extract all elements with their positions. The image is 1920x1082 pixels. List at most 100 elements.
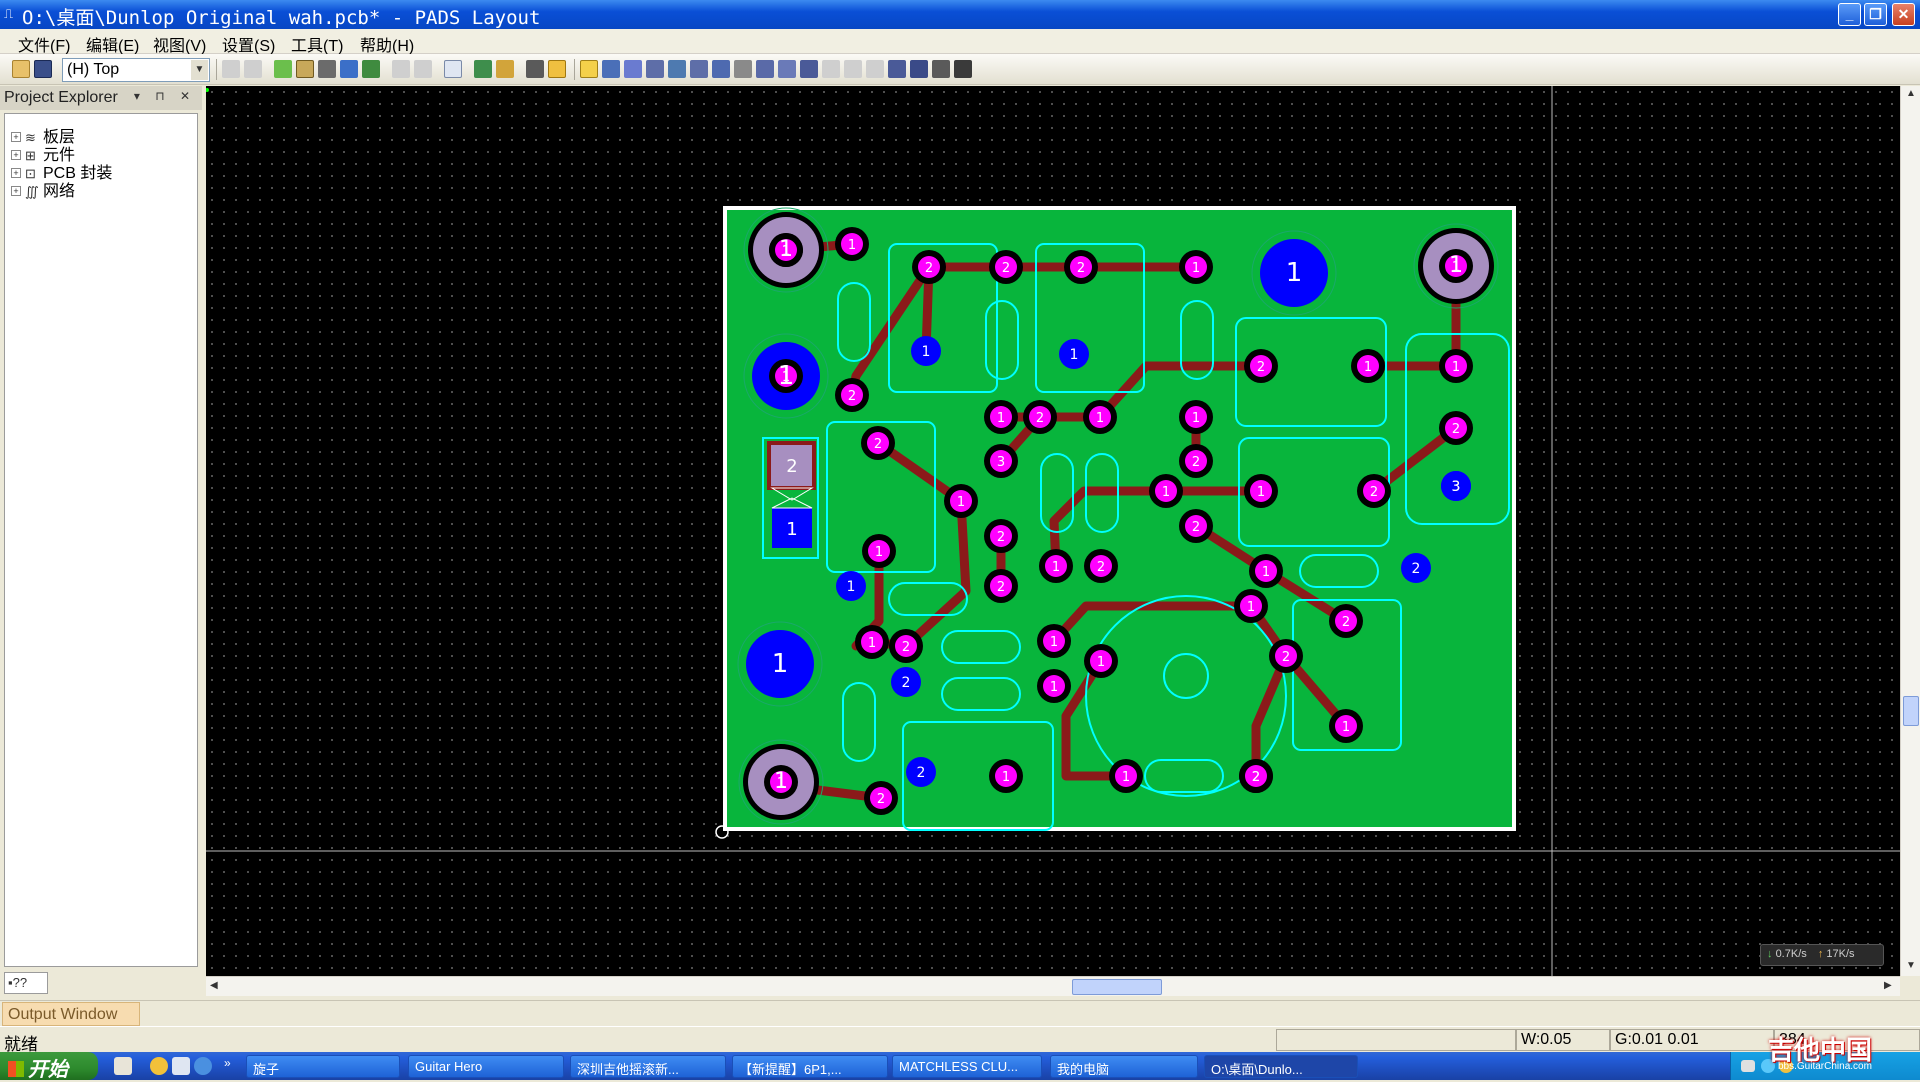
scroll-right-icon[interactable]: ▶ <box>1884 980 1892 991</box>
pad-label: 2 <box>1192 455 1200 470</box>
pad-label: 1 <box>774 769 788 794</box>
open-icon[interactable] <box>12 60 30 78</box>
layers-icon[interactable] <box>548 60 566 78</box>
pcb-drawing: 1 12 2 2 111 11212 1221 2 1 12132 31 112221 2 211321 2… <box>206 86 1900 976</box>
pour-icon[interactable] <box>362 60 380 78</box>
taskbar-button[interactable]: 深圳吉他摇滚新... <box>570 1055 726 1078</box>
net-icon[interactable] <box>800 60 818 78</box>
arc-icon[interactable] <box>822 60 840 78</box>
undo-icon[interactable] <box>392 60 410 78</box>
menu-edit[interactable]: 编辑(E) <box>86 32 139 56</box>
pad-label: 1 <box>1097 655 1105 670</box>
chrome-icon[interactable] <box>150 1057 168 1075</box>
tree-item-layers[interactable]: + ≋ 板层 <box>11 123 75 146</box>
start-button[interactable]: 开始 <box>0 1052 98 1081</box>
menu-tools[interactable]: 工具(T) <box>291 32 343 56</box>
minimize-button[interactable]: _ <box>1838 3 1861 26</box>
chevron-down-icon[interactable]: ▼ <box>191 60 208 80</box>
pad-label: 2 <box>1192 520 1200 535</box>
pad-label: 2 <box>1452 422 1460 437</box>
taskbar-button-active[interactable]: O:\桌面\Dunlo... <box>1204 1055 1358 1078</box>
keyboard-icon[interactable] <box>1741 1060 1755 1072</box>
layer-select[interactable]: (H) Top ▼ <box>62 58 210 82</box>
flip-icon[interactable] <box>668 60 686 78</box>
board-icon[interactable] <box>318 60 336 78</box>
align-icon[interactable] <box>690 60 708 78</box>
grid-icon[interactable] <box>296 60 314 78</box>
tree-item-decals[interactable]: + ⊡ PCB 封装 <box>11 159 112 182</box>
output-window-tab[interactable]: Output Window <box>2 1002 140 1026</box>
display-icon[interactable] <box>526 60 544 78</box>
scrollbar-thumb[interactable] <box>1903 696 1919 726</box>
pcb-canvas[interactable]: 1122211111212122121121323111222122113212… <box>206 86 1900 976</box>
highlight-icon[interactable] <box>496 60 514 78</box>
component-icon[interactable] <box>274 60 292 78</box>
menu-setup[interactable]: 设置(S) <box>222 32 275 56</box>
menu-view[interactable]: 视图(V) <box>153 32 206 56</box>
width-value: W:0.05 <box>1516 1029 1610 1051</box>
ie-icon[interactable] <box>194 1057 212 1075</box>
explorer-tab[interactable]: ▪?? <box>4 972 48 994</box>
maximize-button[interactable]: ❐ <box>1864 3 1887 26</box>
horizontal-scrollbar[interactable]: ◀ ▶ <box>206 976 1900 996</box>
pad-label: 1 <box>1192 411 1200 426</box>
output-window-bar: Output Window <box>0 1000 1920 1026</box>
taskbar: 开始 » 旋子 Guitar Hero 深圳吉他摇滚新... 【新提醒】6P1,… <box>0 1052 1920 1081</box>
menu-help[interactable]: 帮助(H) <box>360 32 414 56</box>
tree-item-nets[interactable]: + ∭ 网络 <box>11 177 75 200</box>
length-icon[interactable] <box>888 60 906 78</box>
properties-icon[interactable] <box>954 60 972 78</box>
stretch-icon[interactable] <box>756 60 774 78</box>
select-icon[interactable] <box>580 60 598 78</box>
pad-label: 2 <box>1252 770 1260 785</box>
rotate-icon[interactable] <box>624 60 642 78</box>
filter-icon[interactable] <box>474 60 492 78</box>
scroll-down-icon[interactable]: ▼ <box>1906 960 1916 971</box>
upload-arrow-icon: ↑ <box>1817 948 1824 960</box>
spin-icon[interactable] <box>646 60 664 78</box>
quicklaunch-icon[interactable] <box>172 1057 190 1075</box>
vertical-scrollbar[interactable]: ▲ ▼ <box>1900 86 1920 976</box>
corner-icon[interactable] <box>844 60 862 78</box>
paste-icon[interactable] <box>244 60 262 78</box>
taskbar-button[interactable]: Guitar Hero <box>408 1055 564 1078</box>
via-icon[interactable] <box>734 60 752 78</box>
copy-icon[interactable] <box>222 60 240 78</box>
scrollbar-thumb[interactable] <box>1072 979 1162 995</box>
pad-label: 1 <box>779 237 793 262</box>
move-icon[interactable] <box>602 60 620 78</box>
pad-label: 2 <box>874 437 882 452</box>
toolbar-separator <box>216 59 217 80</box>
taskbar-button[interactable]: MATCHLESS CLU... <box>892 1055 1042 1078</box>
push-icon[interactable] <box>712 60 730 78</box>
quicklaunch-icon[interactable] <box>114 1057 132 1075</box>
explorer-header: Project Explorer ▾ ⊓ ✕ <box>0 86 202 110</box>
start-label: 开始 <box>28 1059 68 1081</box>
scroll-up-icon[interactable]: ▲ <box>1906 88 1916 99</box>
zoom-icon[interactable] <box>444 60 462 78</box>
pin-icon[interactable]: ▾ ⊓ ✕ <box>134 89 196 103</box>
net-icon: ∭ <box>25 184 39 199</box>
pad-label: 2 <box>1002 261 1010 276</box>
redo-icon[interactable] <box>414 60 432 78</box>
more-icon[interactable]: » <box>224 1056 231 1070</box>
save-icon[interactable] <box>34 60 52 78</box>
origin-icon <box>715 825 729 839</box>
layer-select-value: (H) Top <box>67 61 120 78</box>
pad-label: 1 <box>1050 635 1058 650</box>
route-icon[interactable] <box>340 60 358 78</box>
taskbar-button[interactable]: 旋子 <box>246 1055 400 1078</box>
expand-icon[interactable]: + <box>11 186 21 196</box>
close-button[interactable]: ✕ <box>1892 3 1915 26</box>
tree-item-components[interactable]: + ⊞ 元件 <box>11 141 75 164</box>
scroll-left-icon[interactable]: ◀ <box>210 980 218 991</box>
bus-icon[interactable] <box>910 60 928 78</box>
taskbar-button[interactable]: 【新提醒】6P1,... <box>732 1055 888 1078</box>
taskbar-button[interactable]: 我的电脑 <box>1050 1055 1198 1078</box>
project-explorer: Project Explorer ▾ ⊓ ✕ + ≋ 板层 + ⊞ 元件 + ⊡ PCB 封… <box>0 86 202 1000</box>
report-icon[interactable] <box>932 60 950 78</box>
menu-file[interactable]: 文件(F) <box>18 32 70 56</box>
miter-icon[interactable] <box>866 60 884 78</box>
split-icon[interactable] <box>778 60 796 78</box>
download-arrow-icon: ↓ <box>1767 948 1773 960</box>
